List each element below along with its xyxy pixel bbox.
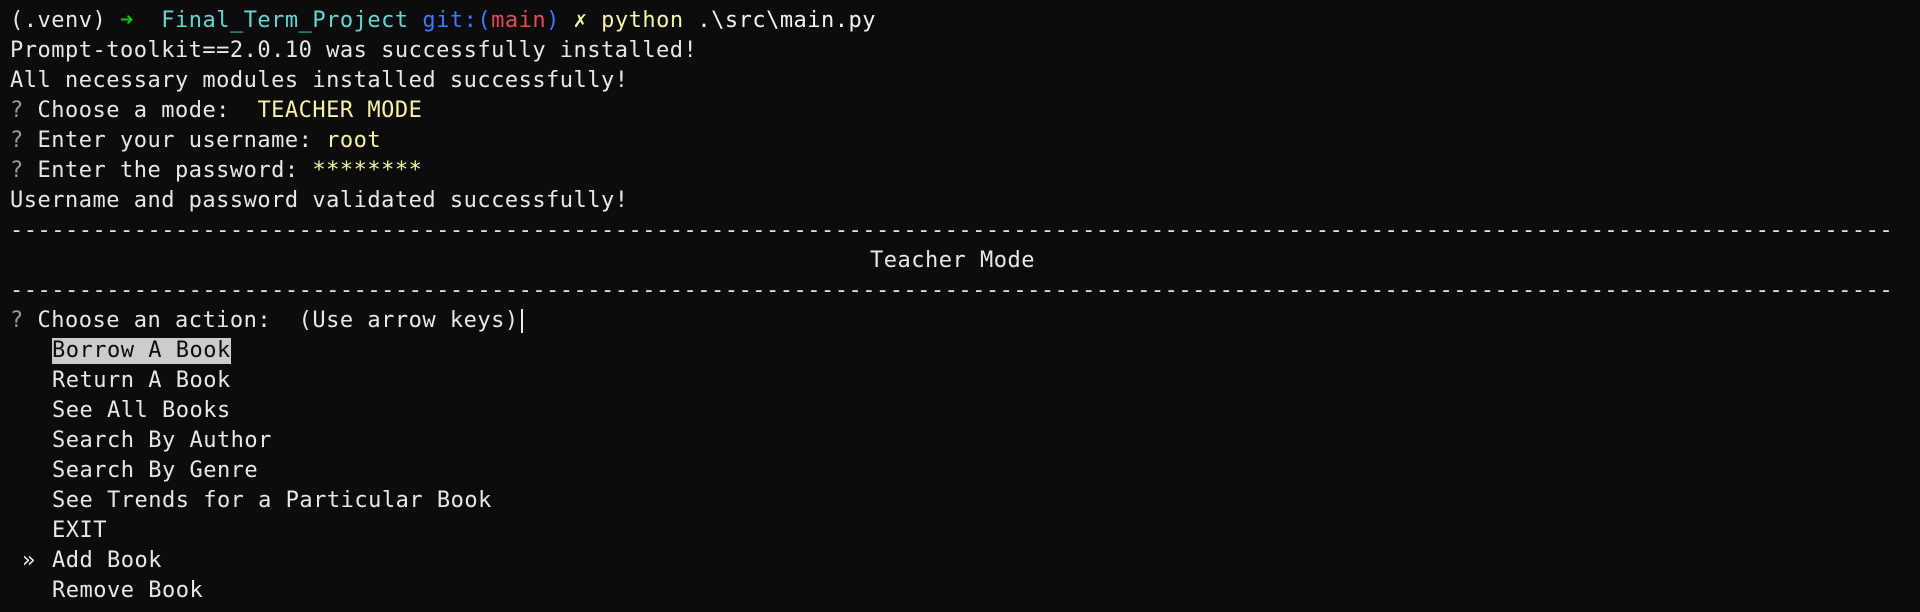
mode-label: Choose a mode: bbox=[37, 98, 244, 123]
menu-item-remove-book[interactable]: Remove Book bbox=[10, 576, 1910, 606]
command-args: .\src\main.py bbox=[697, 8, 877, 33]
mode-value: TEACHER MODE bbox=[257, 98, 423, 123]
menu-item-add-book[interactable]: » Add Book bbox=[10, 546, 1910, 576]
git-label: git:( bbox=[422, 8, 492, 33]
section-title: Teacher Mode bbox=[870, 248, 1035, 273]
dirty-icon: ✗ bbox=[573, 8, 588, 33]
question-mark-icon: ? bbox=[10, 98, 24, 123]
menu-item-search-by-author[interactable]: Search By Author bbox=[10, 426, 1910, 456]
venv-label: (.venv) bbox=[10, 8, 107, 33]
menu-item-see-all-books[interactable]: See All Books bbox=[10, 396, 1910, 426]
shell-prompt-line: (.venv) ➜ Final_Term_Project git:(main) … bbox=[10, 6, 1910, 36]
menu-item-label: Remove Book bbox=[52, 578, 204, 603]
menu-item-see-trends[interactable]: See Trends for a Particular Book bbox=[10, 486, 1910, 516]
menu-item-label: Add Book bbox=[52, 548, 162, 573]
arrow-icon: ➜ bbox=[119, 8, 134, 33]
action-question: ? Choose an action: (Use arrow keys) bbox=[10, 306, 1910, 336]
menu-item-label: EXIT bbox=[52, 518, 107, 543]
password-question: ? Enter the password: ******** bbox=[10, 156, 1910, 186]
question-mark-icon: ? bbox=[10, 158, 24, 183]
username-question: ? Enter your username: root bbox=[10, 126, 1910, 156]
divider-top: ----------------------------------------… bbox=[10, 218, 1895, 243]
menu-item-search-by-genre[interactable]: Search By Genre bbox=[10, 456, 1910, 486]
text-cursor bbox=[520, 309, 523, 333]
menu-item-label: Search By Genre bbox=[52, 458, 259, 483]
password-label: Enter the password: bbox=[37, 158, 299, 183]
menu-item-label: See All Books bbox=[52, 398, 231, 423]
question-mark-icon: ? bbox=[10, 128, 24, 153]
terminal-window[interactable]: (.venv) ➜ Final_Term_Project git:(main) … bbox=[0, 0, 1920, 612]
output-line-installed: Prompt-toolkit==2.0.10 was successfully … bbox=[10, 38, 698, 63]
menu-item-label: Borrow A Book bbox=[52, 338, 231, 364]
menu-item-return-book[interactable]: Return A Book bbox=[10, 366, 1910, 396]
action-label: Choose an action: bbox=[37, 308, 285, 333]
password-value: ******** bbox=[312, 158, 423, 183]
pointer-icon: » bbox=[22, 548, 36, 573]
command-name: python bbox=[601, 8, 684, 33]
menu-item-borrow-book[interactable]: Borrow A Book bbox=[10, 336, 1910, 366]
menu-item-label: See Trends for a Particular Book bbox=[52, 488, 492, 513]
validated-message: Username and password validated successf… bbox=[10, 188, 629, 213]
username-value: root bbox=[326, 128, 382, 153]
divider-bottom: ----------------------------------------… bbox=[10, 278, 1895, 303]
git-label-close: ) bbox=[546, 8, 560, 33]
menu-item-label: Search By Author bbox=[52, 428, 272, 453]
question-mark-icon: ? bbox=[10, 308, 24, 333]
action-hint: (Use arrow keys) bbox=[298, 308, 519, 333]
git-branch: main bbox=[491, 8, 547, 33]
username-label: Enter your username: bbox=[37, 128, 313, 153]
output-line-modules: All necessary modules installed successf… bbox=[10, 68, 629, 93]
menu-item-exit[interactable]: EXIT bbox=[10, 516, 1910, 546]
current-directory: Final_Term_Project bbox=[161, 8, 409, 33]
menu-item-label: Return A Book bbox=[52, 368, 231, 393]
mode-question: ? Choose a mode: TEACHER MODE bbox=[10, 96, 1910, 126]
